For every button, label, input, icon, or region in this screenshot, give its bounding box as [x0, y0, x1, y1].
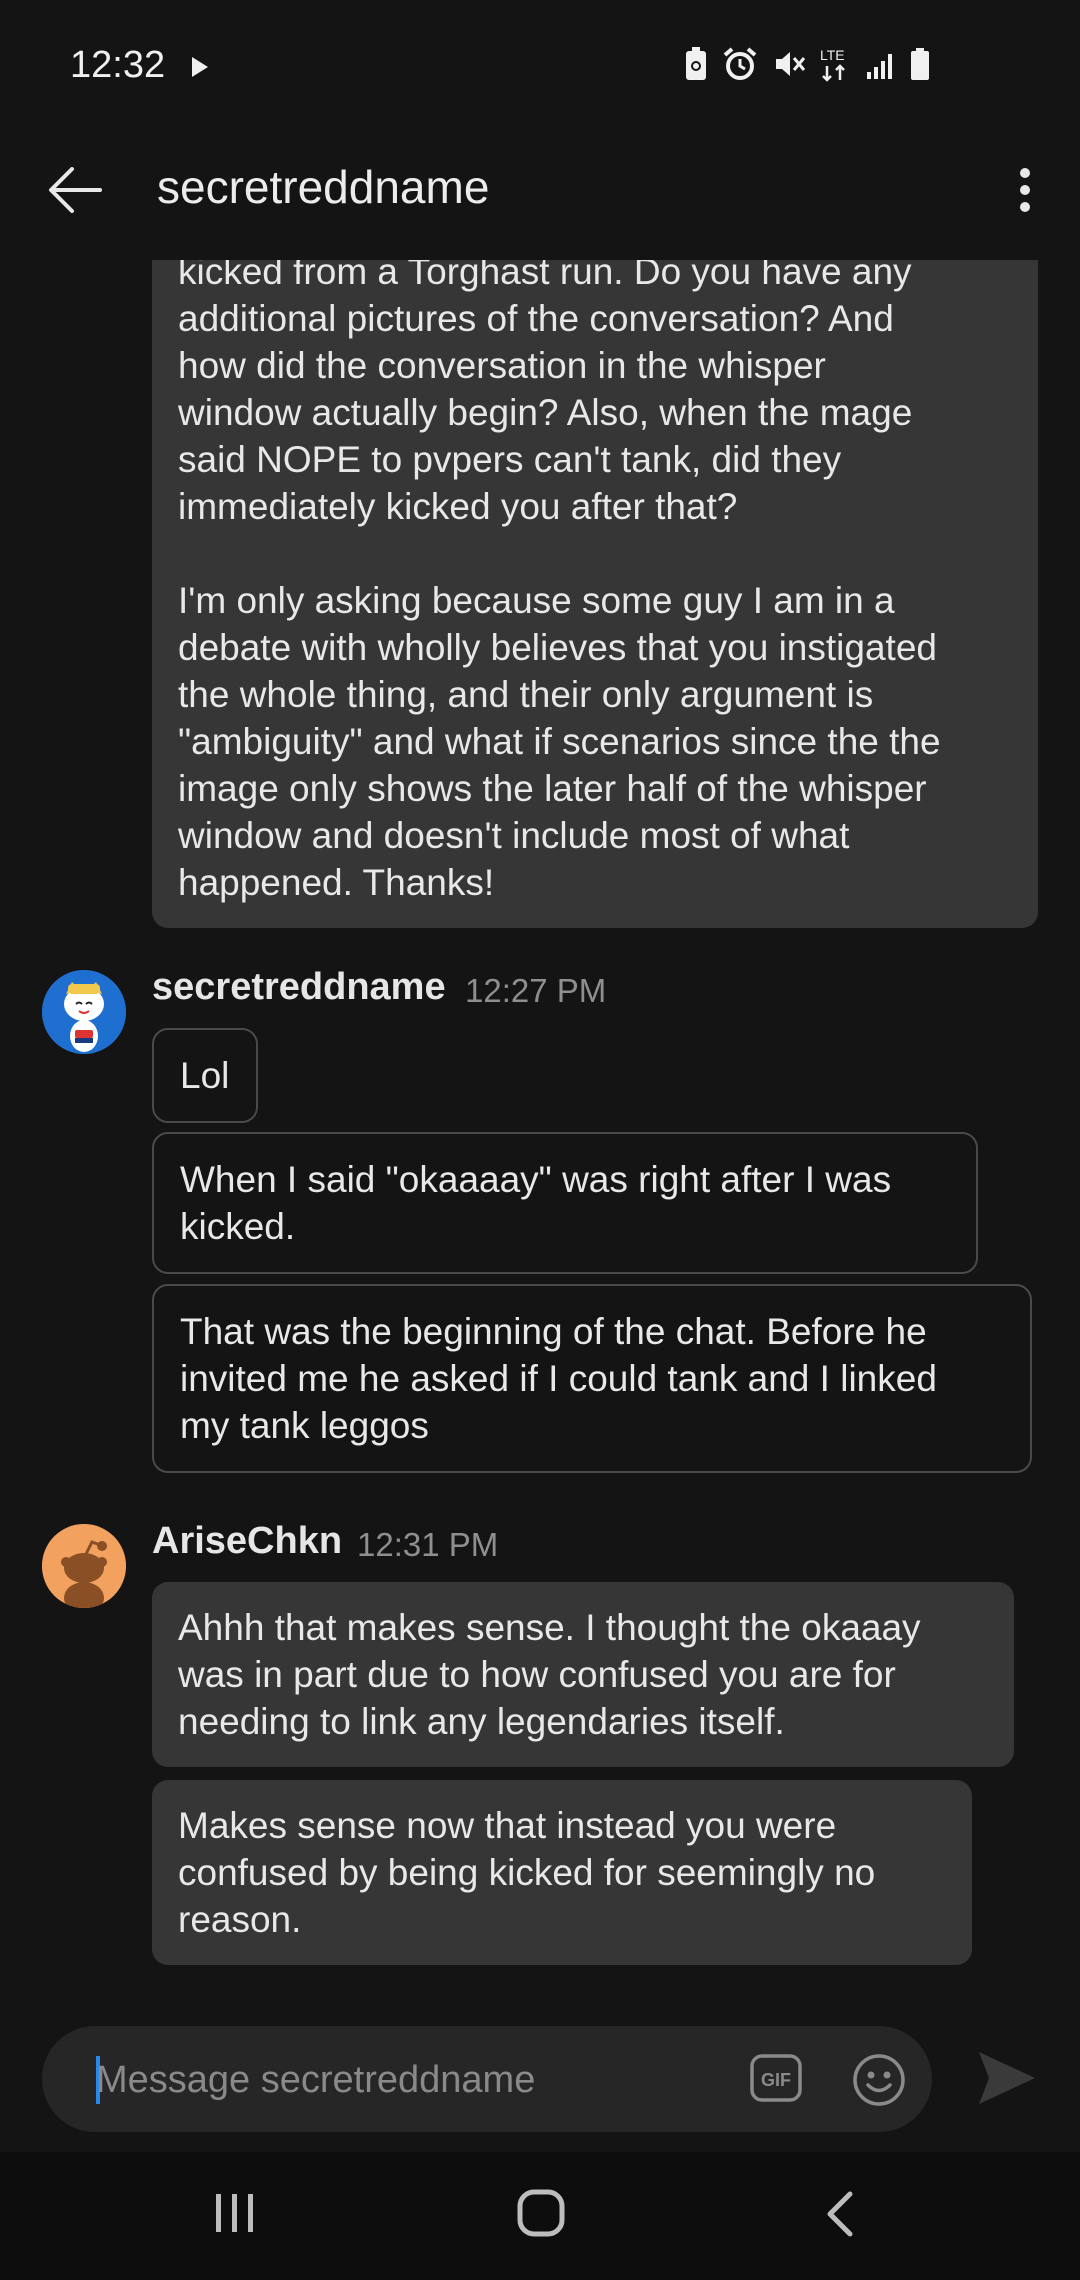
message-input[interactable] — [96, 2050, 736, 2110]
home-icon — [517, 2189, 565, 2237]
nav-back-button[interactable] — [820, 2190, 860, 2243]
message-composer: GIF — [42, 2026, 932, 2132]
arrow-left-icon — [49, 167, 102, 213]
signal-icon — [866, 48, 896, 80]
status-bar: 12:32 LTE — [0, 0, 1080, 130]
chat-screen: 12:32 LTE secretreddname kicked from a T… — [0, 0, 1080, 2280]
send-icon — [979, 2052, 1035, 2104]
emoji-button[interactable] — [852, 2053, 906, 2107]
message-bubble: Lol — [152, 1028, 258, 1123]
message-list[interactable]: kicked from a Torghast run. Do you have … — [0, 260, 1080, 2000]
send-button[interactable] — [975, 2046, 1039, 2110]
battery-icon — [910, 47, 930, 81]
svg-text:GIF: GIF — [761, 2070, 791, 2090]
smiley-icon — [853, 2054, 905, 2106]
status-icons: LTE — [684, 46, 930, 82]
message-bubble: Ahhh that makes sense. I thought the oka… — [152, 1582, 1014, 1767]
recent-apps-icon — [216, 2194, 253, 2232]
lte-icon: LTE — [820, 46, 852, 82]
message-timestamp: 12:27 PM — [465, 972, 607, 1009]
chevron-left-icon — [827, 2191, 853, 2237]
battery-saver-icon — [684, 46, 708, 82]
home-button[interactable] — [516, 2188, 566, 2243]
gif-button[interactable]: GIF — [750, 2054, 802, 2102]
page-title: secretreddname — [157, 161, 490, 213]
gif-icon: GIF — [750, 2054, 802, 2102]
alarm-icon — [722, 46, 758, 82]
chat-header: secretreddname — [0, 130, 1080, 260]
message-bubble: Makes sense now that instead you were co… — [152, 1780, 972, 1965]
message-author[interactable]: AriseChkn — [152, 1520, 342, 1563]
system-nav-bar — [0, 2152, 1080, 2280]
play-icon — [190, 56, 210, 83]
status-time: 12:32 — [70, 44, 166, 86]
svg-text:LTE: LTE — [820, 47, 845, 63]
mute-icon — [772, 47, 806, 81]
message-bubble: When I said "okaaaay" was right after I … — [152, 1132, 978, 1274]
avatar[interactable] — [42, 970, 126, 1054]
message-bubble: That was the beginning of the chat. Befo… — [152, 1284, 1032, 1473]
message-bubble: kicked from a Torghast run. Do you have … — [152, 260, 1038, 928]
more-vertical-icon — [1020, 168, 1030, 212]
recent-apps-button[interactable] — [210, 2190, 260, 2241]
message-timestamp: 12:31 PM — [357, 1526, 499, 1563]
avatar[interactable] — [42, 1524, 126, 1608]
more-options-button[interactable] — [1000, 155, 1050, 225]
back-button[interactable] — [40, 155, 110, 225]
message-author[interactable]: secretreddname — [152, 966, 446, 1009]
